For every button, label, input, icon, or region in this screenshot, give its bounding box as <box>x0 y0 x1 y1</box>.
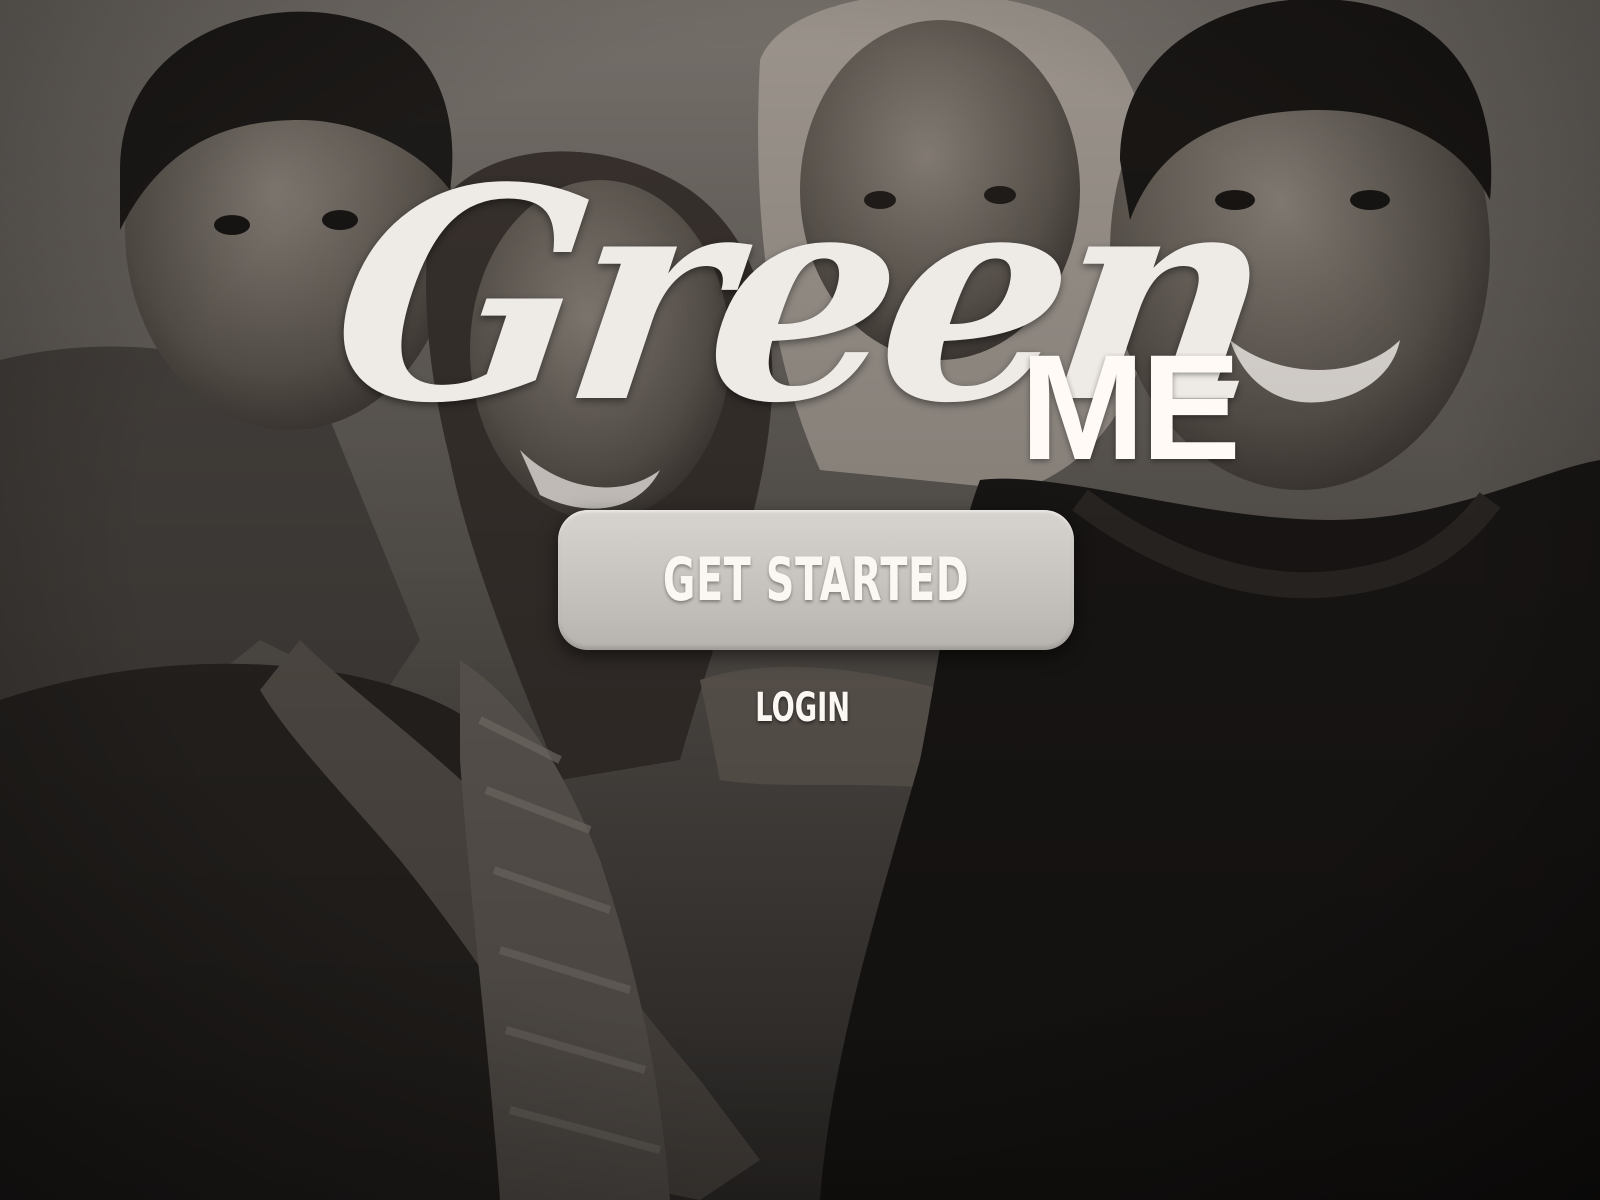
login-link[interactable]: LOGIN <box>740 680 866 736</box>
get-started-label: GET STARTED <box>662 545 970 615</box>
logo-block-text: ME <box>1020 323 1241 491</box>
get-started-button[interactable]: GET STARTED <box>558 510 1074 650</box>
login-label: LOGIN <box>755 685 851 731</box>
welcome-screen: Green ME GET STARTED LOGIN <box>0 0 1600 1200</box>
app-logo: Green ME <box>0 0 1600 560</box>
